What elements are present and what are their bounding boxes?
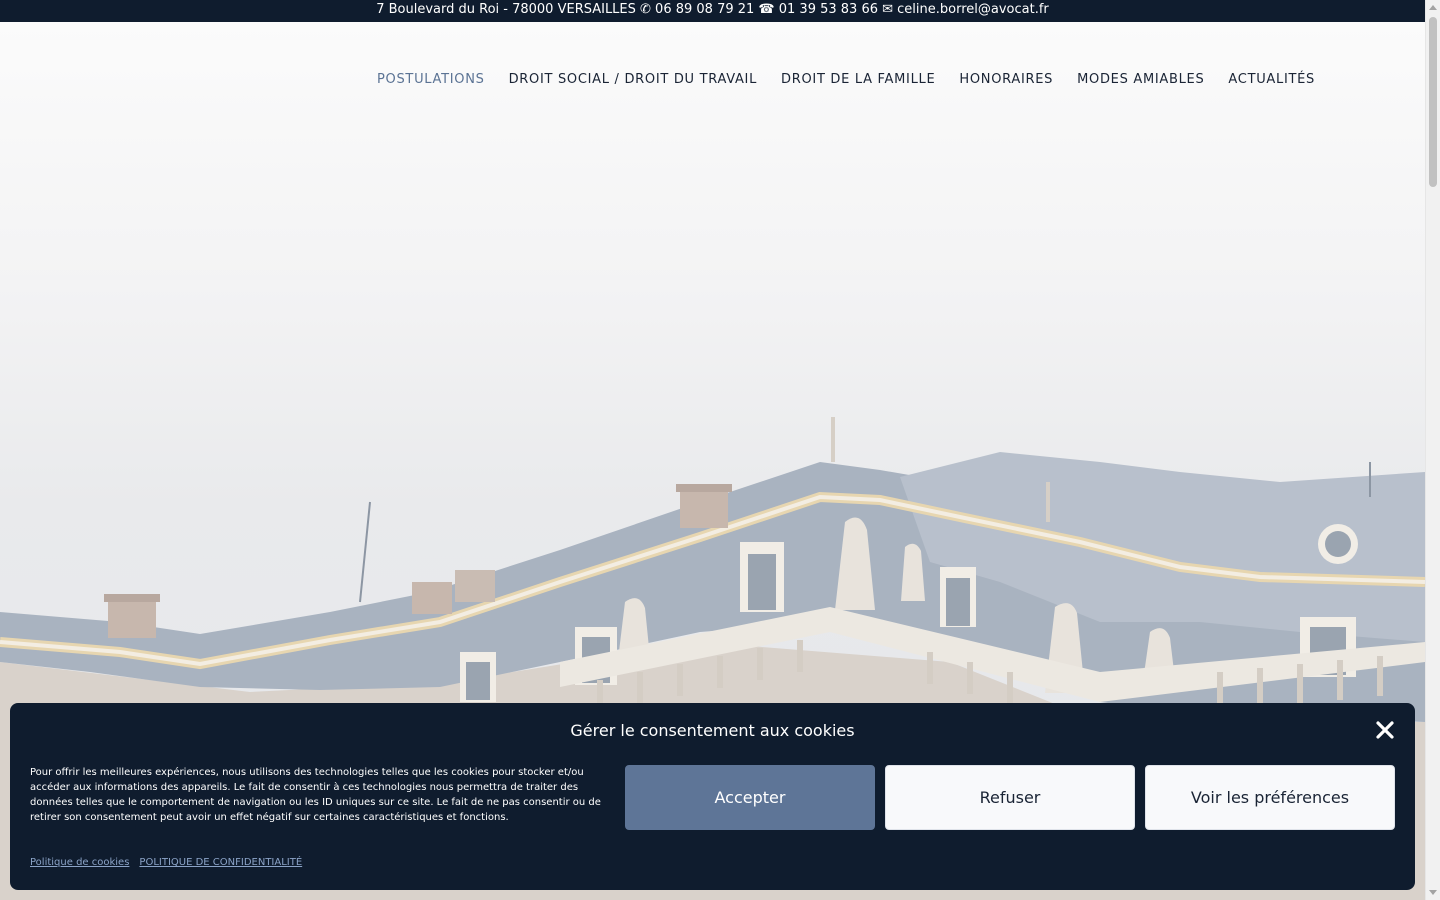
cookie-policy-link[interactable]: Politique de cookies bbox=[30, 857, 129, 868]
nav-item-droit-social[interactable]: DROIT SOCIAL / DROIT DU TRAVAIL bbox=[509, 72, 757, 87]
main-nav: POSTULATIONS DROIT SOCIAL / DROIT DU TRA… bbox=[377, 72, 1315, 87]
cookie-title: Gérer le consentement aux cookies bbox=[570, 721, 855, 740]
view-preferences-button[interactable]: Voir les préférences bbox=[1145, 765, 1395, 830]
page-scrollbar[interactable] bbox=[1425, 0, 1440, 900]
close-icon[interactable] bbox=[1375, 720, 1395, 740]
cookie-policy-links: Politique de cookies POLITIQUE DE CONFID… bbox=[30, 857, 302, 868]
scrollbar-thumb[interactable] bbox=[1429, 17, 1437, 187]
contact-bar: 7 Boulevard du Roi - 78000 VERSAILLES ✆ … bbox=[0, 0, 1425, 22]
contact-info: 7 Boulevard du Roi - 78000 VERSAILLES ✆ … bbox=[376, 2, 1049, 17]
accept-button[interactable]: Accepter bbox=[625, 765, 875, 830]
refuse-button[interactable]: Refuser bbox=[885, 765, 1135, 830]
cookie-consent-banner: Gérer le consentement aux cookies Pour o… bbox=[10, 703, 1415, 890]
nav-item-postulations[interactable]: POSTULATIONS bbox=[377, 72, 485, 87]
nav-item-honoraires[interactable]: HONORAIRES bbox=[959, 72, 1053, 87]
scroll-down-icon[interactable] bbox=[1429, 890, 1437, 895]
privacy-policy-link[interactable]: POLITIQUE DE CONFIDENTIALITÉ bbox=[139, 857, 302, 868]
nav-item-actualites[interactable]: ACTUALITÉS bbox=[1228, 72, 1315, 87]
cookie-description: Pour offrir les meilleures expériences, … bbox=[30, 767, 601, 823]
nav-item-modes-amiables[interactable]: MODES AMIABLES bbox=[1077, 72, 1204, 87]
nav-item-droit-famille[interactable]: DROIT DE LA FAMILLE bbox=[781, 72, 935, 87]
scroll-up-icon[interactable] bbox=[1429, 5, 1437, 10]
